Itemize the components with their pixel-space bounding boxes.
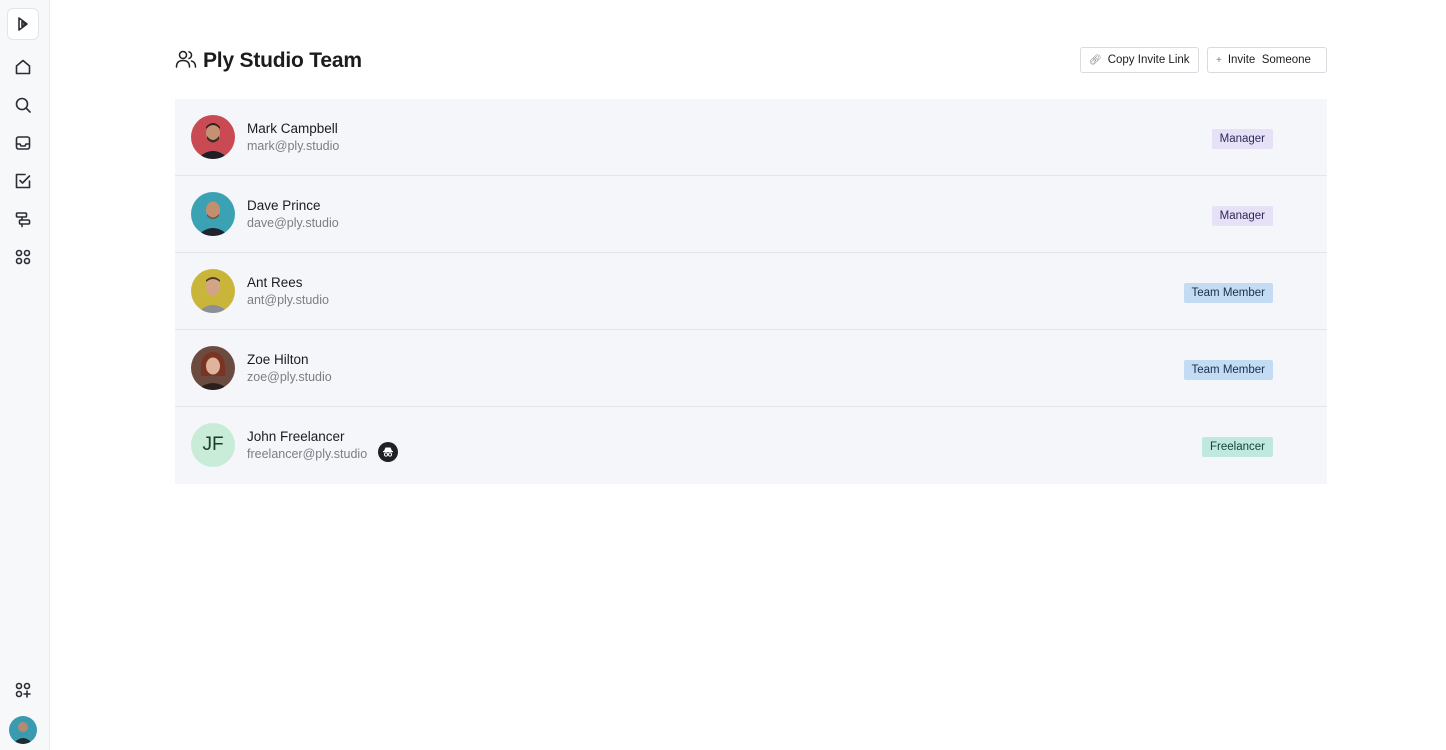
member-email: dave@ply.studio (247, 216, 339, 230)
title-wrap: Ply Studio Team (175, 46, 362, 76)
inbox-icon[interactable] (7, 127, 39, 159)
avatar (191, 192, 235, 236)
team-users-icon (175, 48, 197, 75)
avatar (191, 346, 235, 390)
member-name: Zoe Hilton (247, 352, 309, 367)
page-header: Ply Studio Team 🔗︎ Copy Invite Link + In… (175, 46, 1327, 76)
task-check-icon[interactable] (7, 165, 39, 197)
user-avatar[interactable] (9, 716, 37, 744)
role-badge: Manager (1211, 206, 1273, 226)
home-icon[interactable] (7, 51, 39, 83)
role-badge: Manager (1211, 129, 1273, 149)
apps-grid-icon[interactable] (7, 241, 39, 273)
invite-someone-button[interactable]: + Invite Someone (1207, 47, 1327, 73)
search-icon[interactable] (7, 89, 39, 121)
team-member-row[interactable]: Zoe Hilton zoe@ply.studio Team Member (175, 330, 1327, 407)
incognito-guest-icon (378, 442, 398, 462)
role-badge: Freelancer (1202, 437, 1273, 457)
sidebar (0, 0, 50, 750)
link-icon: 🔗︎ (1089, 54, 1102, 66)
member-email: ant@ply.studio (247, 293, 329, 307)
avatar: JF (191, 423, 235, 467)
avatar (191, 269, 235, 313)
team-member-row[interactable]: Mark Campbell mark@ply.studio Manager (175, 99, 1327, 176)
member-email: mark@ply.studio (247, 139, 340, 153)
invite-someone-label: Invite Someone (1227, 54, 1311, 66)
play-logo-icon[interactable] (7, 8, 39, 40)
member-name: Mark Campbell (247, 121, 338, 136)
role-badge: Team Member (1183, 283, 1273, 303)
main-content: Ply Studio Team 🔗︎ Copy Invite Link + In… (51, 0, 1446, 750)
team-member-row[interactable]: Dave Prince dave@ply.studio Manager (175, 176, 1327, 253)
member-name: Dave Prince (247, 198, 321, 213)
signpost-icon[interactable] (7, 203, 39, 235)
plus-icon: + (1216, 54, 1222, 66)
copy-invite-link-label: Copy Invite Link (1107, 54, 1190, 66)
member-email: freelancer@ply.studio (247, 447, 368, 461)
team-member-row[interactable]: JF John Freelancer freelancer@ply.studio… (175, 407, 1327, 484)
member-name: John Freelancer (247, 429, 345, 444)
member-email: zoe@ply.studio (247, 370, 332, 384)
copy-invite-link-button[interactable]: 🔗︎ Copy Invite Link (1080, 47, 1199, 73)
role-badge: Team Member (1183, 360, 1273, 380)
team-member-list: Mark Campbell mark@ply.studio Manager Da… (175, 99, 1327, 484)
page-title: Ply Studio Team (203, 49, 362, 72)
add-apps-icon[interactable] (7, 674, 39, 706)
member-name: Ant Rees (247, 275, 303, 290)
avatar (191, 115, 235, 159)
team-member-row[interactable]: Ant Rees ant@ply.studio Team Member (175, 253, 1327, 330)
